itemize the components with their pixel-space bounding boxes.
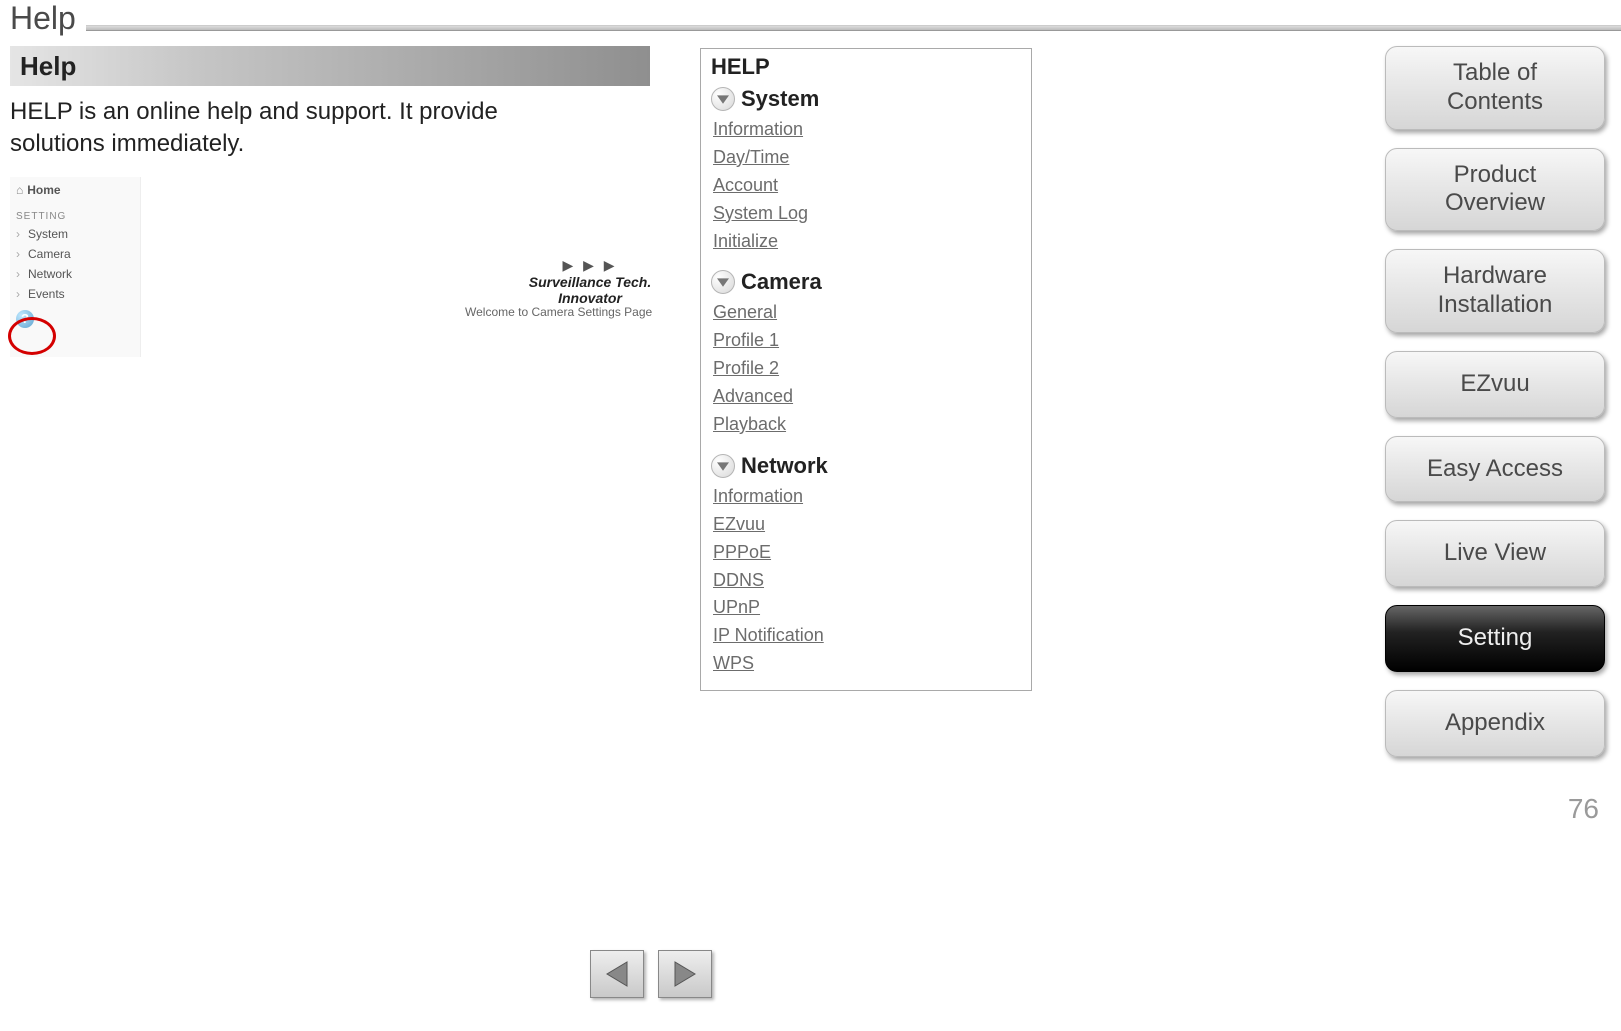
help-link[interactable]: Profile 2 [713, 355, 1021, 383]
inset-item: Camera [10, 244, 140, 264]
help-link[interactable]: UPnP [713, 594, 1021, 622]
help-link[interactable]: Information [713, 116, 1021, 144]
help-link[interactable]: System Log [713, 200, 1021, 228]
pager [590, 950, 712, 998]
section-description: HELP is an online help and support. It p… [10, 96, 570, 161]
inset-welcome: Welcome to Camera Settings Page [465, 305, 652, 319]
right-nav: Table of Contents Product Overview Hardw… [1385, 46, 1605, 825]
nav-product-overview[interactable]: Product Overview [1385, 148, 1605, 232]
help-link[interactable]: Account [713, 172, 1021, 200]
help-section-label: Network [741, 453, 828, 479]
help-section-network[interactable]: Network [711, 453, 1021, 479]
section-heading: Help [10, 46, 650, 86]
nav-label: Live View [1444, 539, 1546, 566]
inset-brand-block: ▶ ▶ ▶ Surveillance Tech. Innovator [510, 257, 670, 306]
nav-label: Setting [1458, 624, 1533, 651]
help-links-network: Information EZvuu PPPoE DDNS UPnP IP Not… [713, 483, 1021, 678]
help-link[interactable]: Profile 1 [713, 327, 1021, 355]
help-link[interactable]: General [713, 299, 1021, 327]
nav-label: Appendix [1445, 709, 1545, 736]
chevron-down-icon [711, 87, 735, 111]
prev-page-button[interactable] [590, 950, 644, 998]
help-link[interactable]: EZvuu [713, 511, 1021, 539]
help-link[interactable]: DDNS [713, 567, 1021, 595]
page-title: Help [10, 0, 76, 37]
help-link[interactable]: Information [713, 483, 1021, 511]
next-page-button[interactable] [658, 950, 712, 998]
nav-live-view[interactable]: Live View [1385, 520, 1605, 587]
help-links-camera: General Profile 1 Profile 2 Advanced Pla… [713, 299, 1021, 438]
nav-label: Product Overview [1445, 161, 1545, 217]
nav-label: Table of Contents [1447, 59, 1543, 115]
help-link[interactable]: Advanced [713, 383, 1021, 411]
inset-sidebar: Home SETTING System Camera Network Event… [10, 177, 141, 357]
nav-label: EZvuu [1460, 370, 1529, 397]
triangle-right-icon [670, 959, 700, 989]
arrows-icon: ▶ ▶ ▶ [510, 257, 670, 274]
help-panel-title: HELP [711, 54, 1021, 80]
nav-label: Easy Access [1427, 455, 1563, 482]
nav-label: Hardware Installation [1438, 262, 1553, 318]
inset-screenshot: Home SETTING System Camera Network Event… [10, 177, 660, 357]
help-link[interactable]: Playback [713, 411, 1021, 439]
nav-easy-access[interactable]: Easy Access [1385, 436, 1605, 503]
nav-setting[interactable]: Setting [1385, 605, 1605, 672]
help-section-label: Camera [741, 269, 822, 295]
help-index-panel: HELP System Information Day/Time Account… [700, 48, 1032, 691]
help-links-system: Information Day/Time Account System Log … [713, 116, 1021, 255]
help-section-label: System [741, 86, 819, 112]
help-link[interactable]: WPS [713, 650, 1021, 678]
help-section-camera[interactable]: Camera [711, 269, 1021, 295]
help-icon: ? [16, 310, 34, 328]
page-number: 76 [1385, 793, 1605, 825]
triangle-left-icon [602, 959, 632, 989]
help-link[interactable]: PPPoE [713, 539, 1021, 567]
inset-setting-label: SETTING [10, 207, 140, 224]
nav-ezvuu[interactable]: EZvuu [1385, 351, 1605, 418]
title-rule [86, 25, 1621, 31]
help-link[interactable]: Initialize [713, 228, 1021, 256]
inset-item: Network [10, 264, 140, 284]
inset-home: Home [10, 177, 140, 207]
inset-item: System [10, 224, 140, 244]
nav-appendix[interactable]: Appendix [1385, 690, 1605, 757]
inset-brand: Surveillance Tech. Innovator [510, 274, 670, 306]
inset-item: Events [10, 284, 140, 304]
help-section-system[interactable]: System [711, 86, 1021, 112]
nav-table-of-contents[interactable]: Table of Contents [1385, 46, 1605, 130]
help-link[interactable]: IP Notification [713, 622, 1021, 650]
page-title-row: Help [0, 0, 1621, 37]
chevron-down-icon [711, 454, 735, 478]
nav-hardware-installation[interactable]: Hardware Installation [1385, 249, 1605, 333]
inset-help-row: ? [10, 304, 140, 328]
left-column: Help HELP is an online help and support.… [10, 46, 650, 357]
chevron-down-icon [711, 270, 735, 294]
help-link[interactable]: Day/Time [713, 144, 1021, 172]
